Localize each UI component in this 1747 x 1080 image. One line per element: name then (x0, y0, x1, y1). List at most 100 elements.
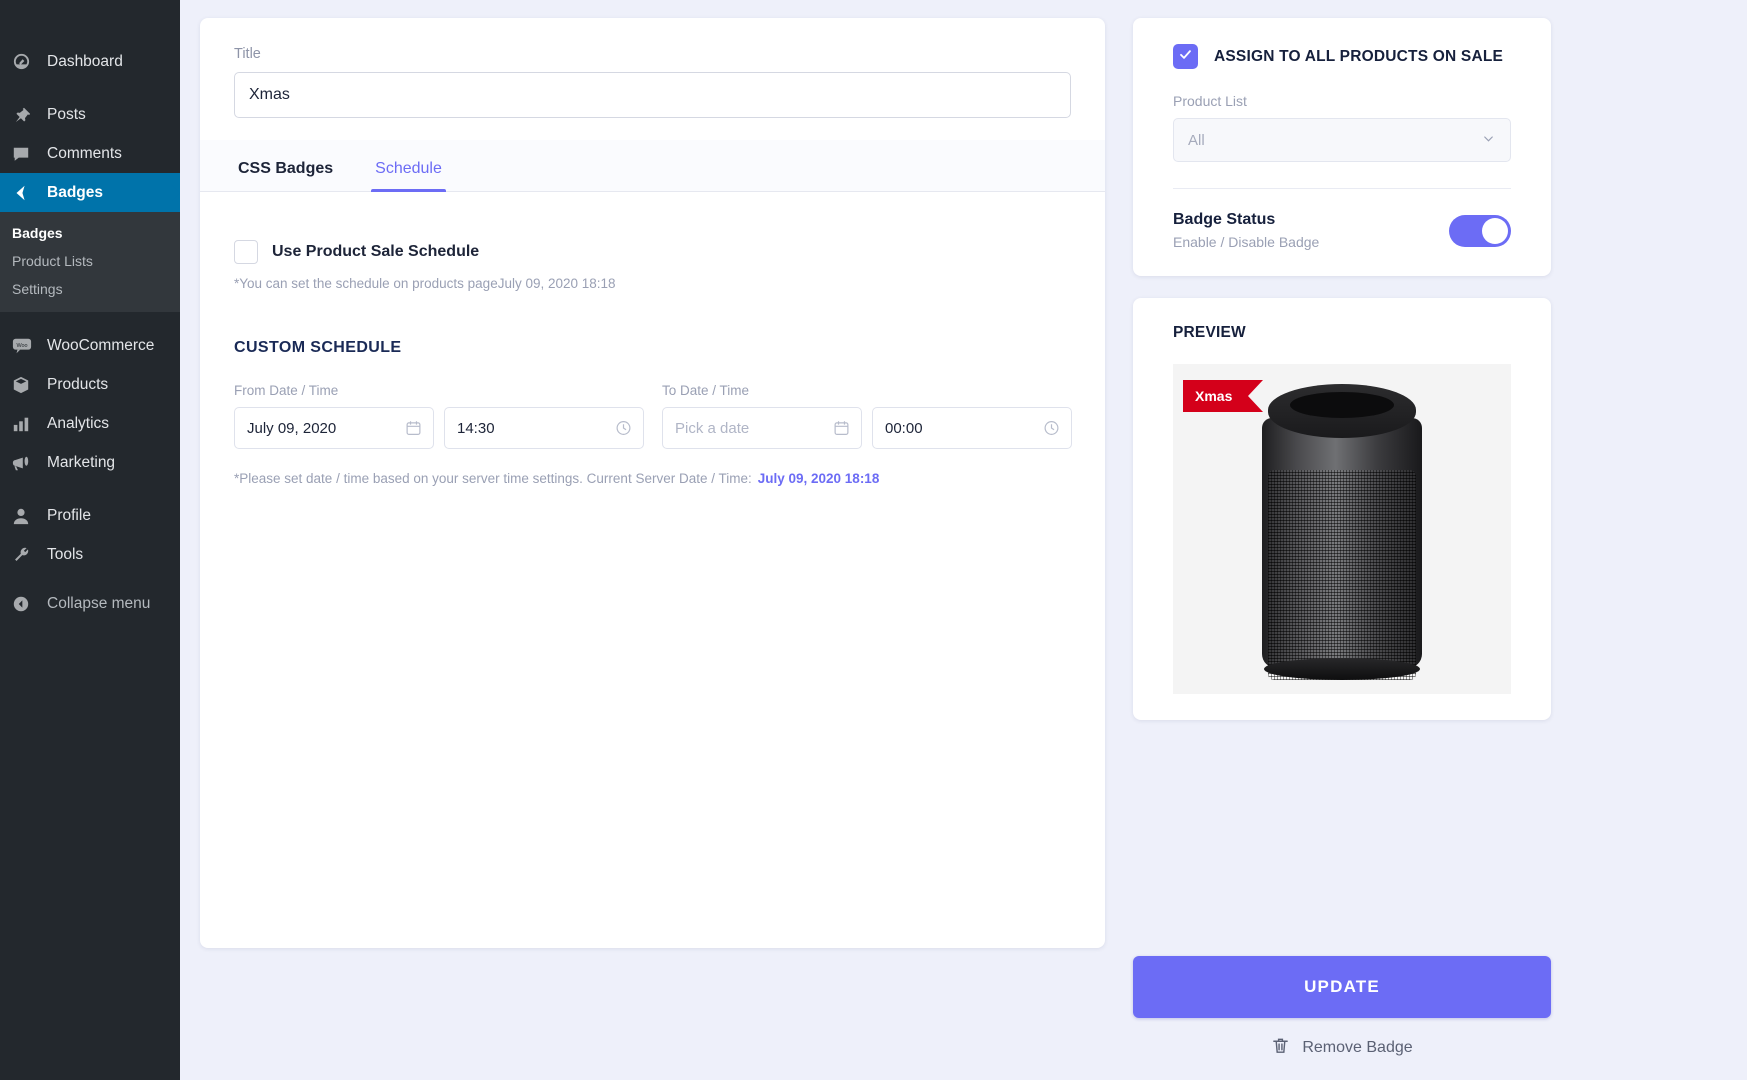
sidebar-item-label: WooCommerce (47, 336, 155, 354)
custom-schedule-heading: CUSTOM SCHEDULE (234, 339, 402, 356)
submenu-label: Product Lists (12, 253, 93, 269)
speaker-top (1268, 384, 1416, 438)
badge-status-title: Badge Status (1173, 211, 1276, 228)
dashboard-icon (12, 52, 40, 72)
use-product-sale-schedule-label: Use Product Sale Schedule (272, 243, 480, 260)
from-date-time-row: July 09, 2020 14:30 (234, 407, 644, 449)
sidebar-item-label: Analytics (47, 414, 110, 432)
badge-editor-card: Title CSS Badges Schedule Use Product Sa… (200, 18, 1105, 948)
preview-badge-ribbon: Xmas (1183, 380, 1264, 412)
badge-status-row: Badge Status Enable / Disable Badge (1173, 211, 1511, 250)
sidebar-item-tools[interactable]: Tools (0, 535, 180, 574)
badges-submenu: Badges Product Lists Settings (0, 212, 180, 312)
speaker-body (1262, 418, 1422, 680)
svg-text:Woo: Woo (16, 342, 27, 348)
megaphone-icon (12, 453, 40, 473)
from-date-input[interactable]: July 09, 2020 (234, 407, 434, 449)
use-product-sale-schedule-row: Use Product Sale Schedule (234, 240, 1071, 264)
preview-title: PREVIEW (1173, 324, 1246, 341)
submenu-item-product-lists[interactable]: Product Lists (0, 247, 180, 275)
sidebar-item-label: Comments (47, 144, 122, 162)
tab-label: Schedule (375, 160, 442, 177)
sidebar-item-analytics[interactable]: Analytics (0, 404, 180, 443)
clock-icon (615, 420, 632, 437)
panel-divider (1173, 188, 1511, 189)
page-body: Title CSS Badges Schedule Use Product Sa… (180, 0, 1747, 1080)
update-button[interactable]: UPDATE (1133, 956, 1551, 1018)
assign-all-row: ASSIGN TO ALL PRODUCTS ON SALE (1173, 44, 1511, 69)
speaker-base (1264, 658, 1420, 680)
user-icon (12, 506, 40, 526)
server-time-note: *Please set date / time based on your se… (234, 471, 1071, 486)
to-date-placeholder: Pick a date (675, 419, 750, 437)
to-time-value: 00:00 (885, 419, 923, 437)
sidebar-item-products[interactable]: Products (0, 365, 180, 404)
use-product-sale-schedule-checkbox[interactable] (234, 240, 258, 264)
preview-badge-text: Xmas (1195, 388, 1233, 404)
title-input[interactable] (234, 72, 1071, 118)
to-date-time-row: Pick a date 00:00 (662, 407, 1072, 449)
server-time-note-text: *Please set date / time based on your se… (234, 471, 752, 486)
woo-icon: Woo (12, 336, 40, 356)
sidebar-item-label: Tools (47, 545, 84, 563)
to-date-time-group: To Date / Time Pick a date 00:00 (662, 383, 1072, 449)
product-sale-schedule-hint: *You can set the schedule on products pa… (234, 276, 616, 291)
sidebar-item-woocommerce[interactable]: Woo WooCommerce (0, 326, 180, 365)
editor-tabs: CSS Badges Schedule (200, 140, 1105, 192)
actions-zone: UPDATE Remove Badge (1133, 956, 1551, 1060)
from-time-input[interactable]: 14:30 (444, 407, 644, 449)
wrench-icon (12, 545, 40, 565)
tab-schedule[interactable]: Schedule (371, 160, 446, 192)
trash-icon (1271, 1036, 1290, 1060)
date-time-grid: From Date / Time July 09, 2020 14:30 To … (234, 383, 1072, 449)
sidebar-item-label: Products (47, 375, 109, 393)
product-list-select[interactable]: All (1173, 118, 1511, 162)
submenu-label: Settings (12, 281, 63, 297)
preview-panel: PREVIEW Xmas (1133, 298, 1551, 720)
assign-all-label: ASSIGN TO ALL PRODUCTS ON SALE (1214, 47, 1504, 65)
sidebar-item-posts[interactable]: Posts (0, 95, 180, 134)
sidebar-item-profile[interactable]: Profile (0, 496, 180, 535)
sidebar-item-label: Posts (47, 105, 86, 123)
badge-icon (12, 183, 40, 203)
pin-icon (12, 105, 40, 125)
assign-all-checkbox[interactable] (1173, 44, 1198, 69)
sidebar-item-label: Badges (47, 183, 103, 201)
schedule-tab-panel: Use Product Sale Schedule *You can set t… (200, 192, 1105, 486)
sidebar-item-dashboard[interactable]: Dashboard (0, 42, 180, 81)
to-date-time-label: To Date / Time (662, 383, 750, 398)
title-zone: Title (200, 18, 1105, 140)
badge-status-subtitle: Enable / Disable Badge (1173, 234, 1320, 250)
calendar-icon (833, 420, 850, 437)
submenu-item-settings[interactable]: Settings (0, 275, 180, 303)
from-date-time-label: From Date / Time (234, 383, 339, 398)
comment-icon (12, 144, 40, 164)
product-list-value: All (1188, 131, 1205, 149)
speaker-top-inset (1290, 392, 1394, 418)
remove-badge-label: Remove Badge (1302, 1039, 1413, 1056)
from-time-value: 14:30 (457, 419, 495, 437)
badge-status-toggle[interactable] (1449, 214, 1511, 247)
right-column-spacer (1133, 742, 1551, 934)
product-image-speaker (1262, 384, 1422, 680)
sidebar-item-comments[interactable]: Comments (0, 134, 180, 173)
collapse-menu-button[interactable]: Collapse menu (0, 584, 180, 623)
remove-badge-button[interactable]: Remove Badge (1133, 1036, 1551, 1060)
tab-css-badges[interactable]: CSS Badges (234, 160, 337, 191)
to-date-input[interactable]: Pick a date (662, 407, 862, 449)
sidebar-item-badges[interactable]: Badges (0, 173, 180, 212)
check-icon (1178, 47, 1193, 67)
to-time-input[interactable]: 00:00 (872, 407, 1072, 449)
from-date-value: July 09, 2020 (247, 419, 337, 437)
sidebar-item-marketing[interactable]: Marketing (0, 443, 180, 482)
server-datetime-value: July 09, 2020 18:18 (757, 471, 880, 486)
admin-sidebar: Dashboard Posts Comments Badges Badges P… (0, 0, 180, 1080)
submenu-label: Badges (12, 225, 63, 241)
sidebar-item-label: Profile (47, 506, 91, 524)
toggle-knob (1482, 217, 1508, 244)
submenu-item-badges[interactable]: Badges (0, 219, 180, 247)
box-icon (12, 375, 40, 395)
badge-status-texts: Badge Status Enable / Disable Badge (1173, 211, 1319, 250)
